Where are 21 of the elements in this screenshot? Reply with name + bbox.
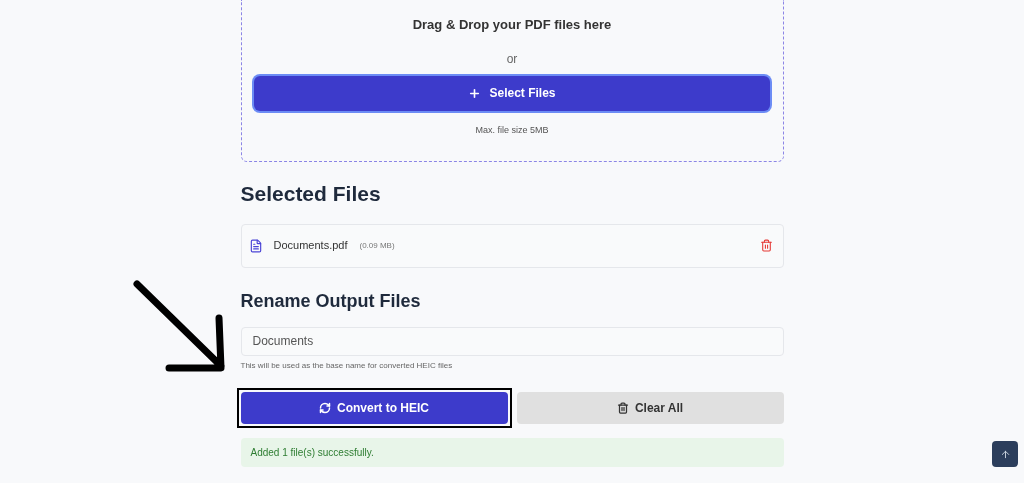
output-name-field[interactable]: Documents — [240, 326, 784, 356]
delete-icon[interactable] — [759, 239, 773, 252]
drop-zone-title: Drag & Drop your PDF files here — [412, 16, 612, 34]
rename-hint: This will be used as the base name for converted HEIC files — [240, 359, 454, 372]
selected-files-heading: Selected Files — [240, 181, 382, 207]
plus-icon — [468, 86, 482, 100]
arrow-up-icon — [999, 448, 1011, 460]
file-icon — [248, 238, 263, 253]
separator-text: or — [506, 50, 518, 68]
status-message: Added 1 file(s) successfully. — [240, 437, 784, 467]
clear-all-button[interactable]: Clear All — [516, 391, 784, 424]
rename-heading: Rename Output Files — [240, 289, 422, 313]
back-to-top-button[interactable] — [992, 441, 1018, 467]
drop-zone[interactable]: Drag & Drop your PDF files here or Select Files Max. file size 5MB — [240, 0, 784, 162]
convert-button[interactable]: Convert to HEIC — [240, 391, 508, 424]
file-size: (0.09 MB) — [359, 239, 395, 252]
file-name: Documents.pdf — [273, 238, 348, 254]
file-size-hint: Max. file size 5MB — [475, 123, 549, 137]
trash-icon — [616, 401, 629, 414]
refresh-icon — [319, 401, 331, 414]
select-files-button[interactable]: Select Files — [254, 75, 770, 111]
